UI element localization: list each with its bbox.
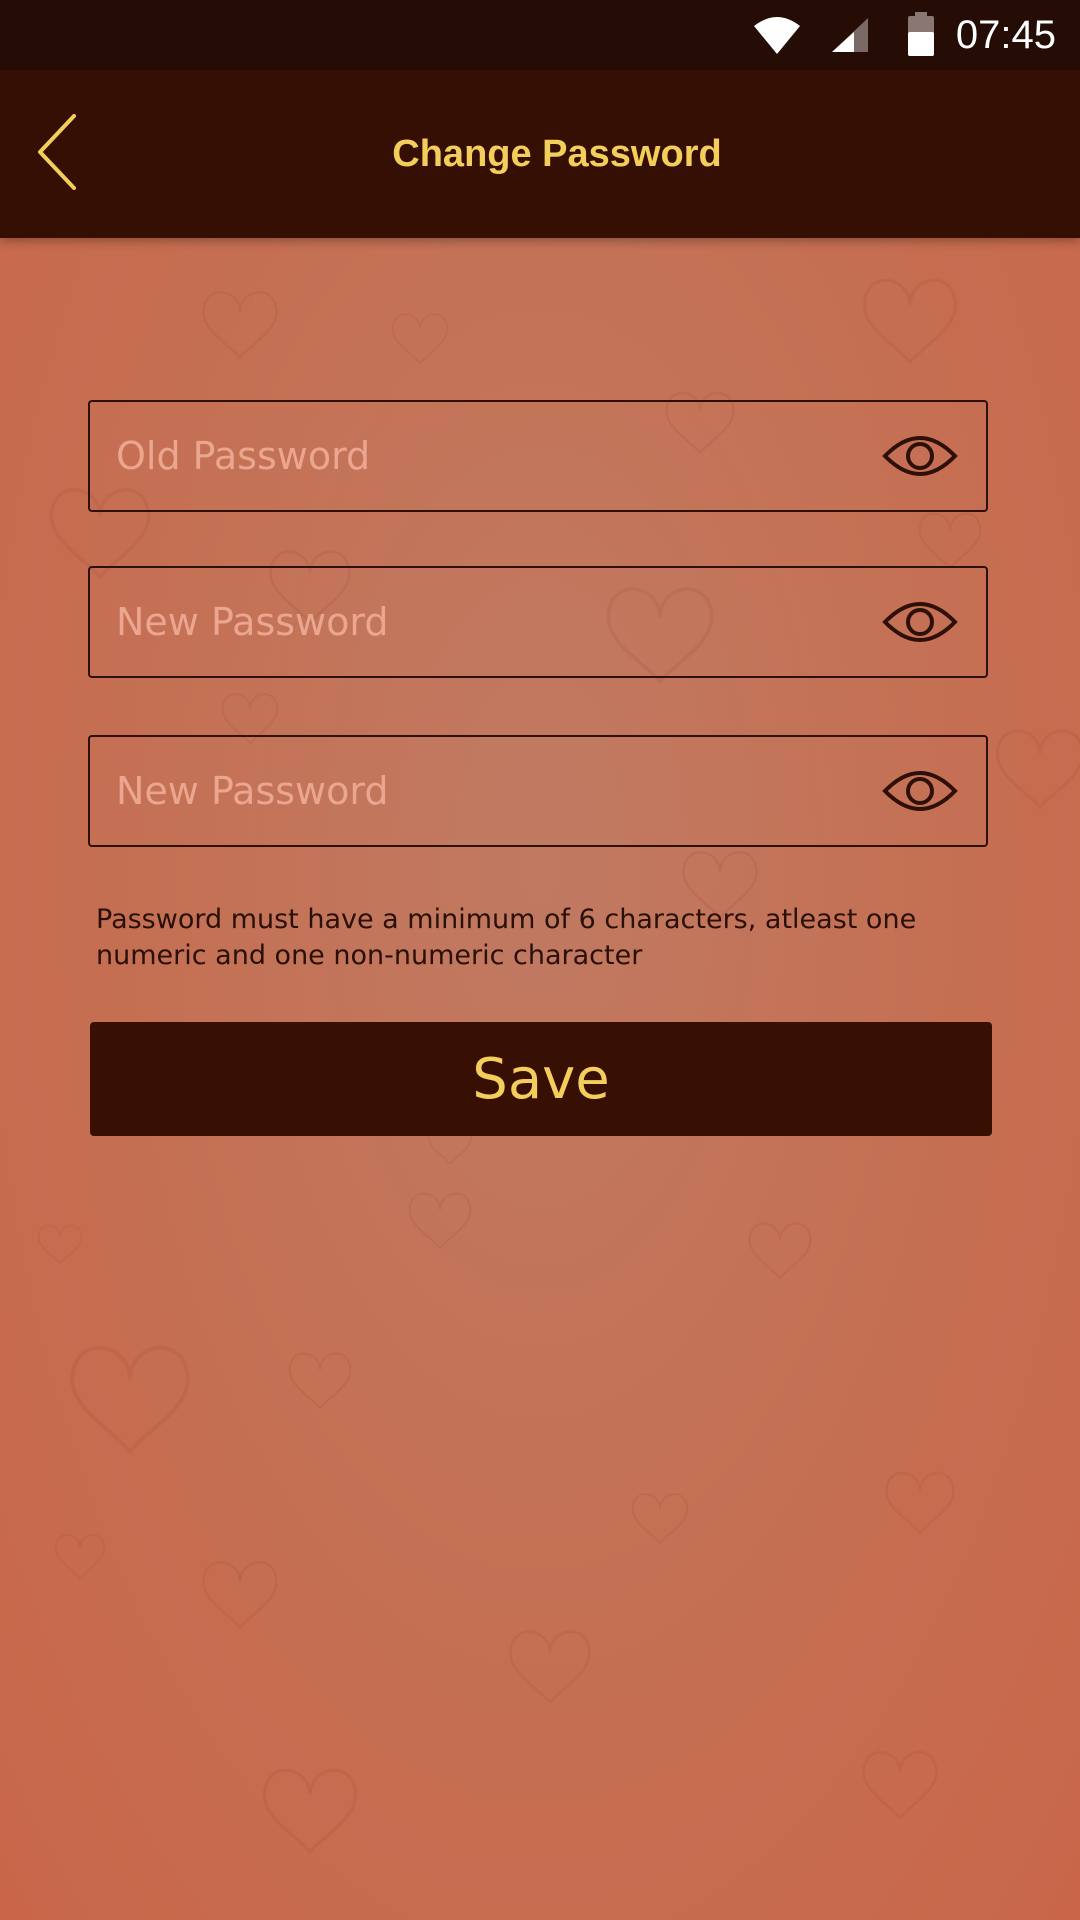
- status-time: 07:45: [955, 13, 1056, 57]
- wifi-icon: [754, 17, 800, 54]
- old-password-input[interactable]: [90, 402, 850, 510]
- eye-icon[interactable]: [882, 765, 958, 817]
- new-password-input[interactable]: [90, 568, 850, 676]
- battery-icon: [908, 12, 934, 56]
- password-requirements-hint: Password must have a minimum of 6 charac…: [96, 904, 917, 971]
- new-password-field: [88, 566, 988, 678]
- status-bar: 07:45: [0, 0, 1080, 70]
- app-bar: Change Password: [0, 70, 1080, 238]
- page-title: Change Password: [392, 133, 722, 175]
- eye-icon[interactable]: [882, 596, 958, 648]
- save-button[interactable]: Save: [90, 1022, 992, 1136]
- confirm-password-input[interactable]: [90, 737, 850, 845]
- old-password-field: [88, 400, 988, 512]
- cell-signal-icon: [832, 18, 868, 52]
- eye-icon[interactable]: [882, 430, 958, 482]
- confirm-password-field: [88, 735, 988, 847]
- change-password-screen: 07:45 Change Password Password must have…: [0, 0, 1080, 1920]
